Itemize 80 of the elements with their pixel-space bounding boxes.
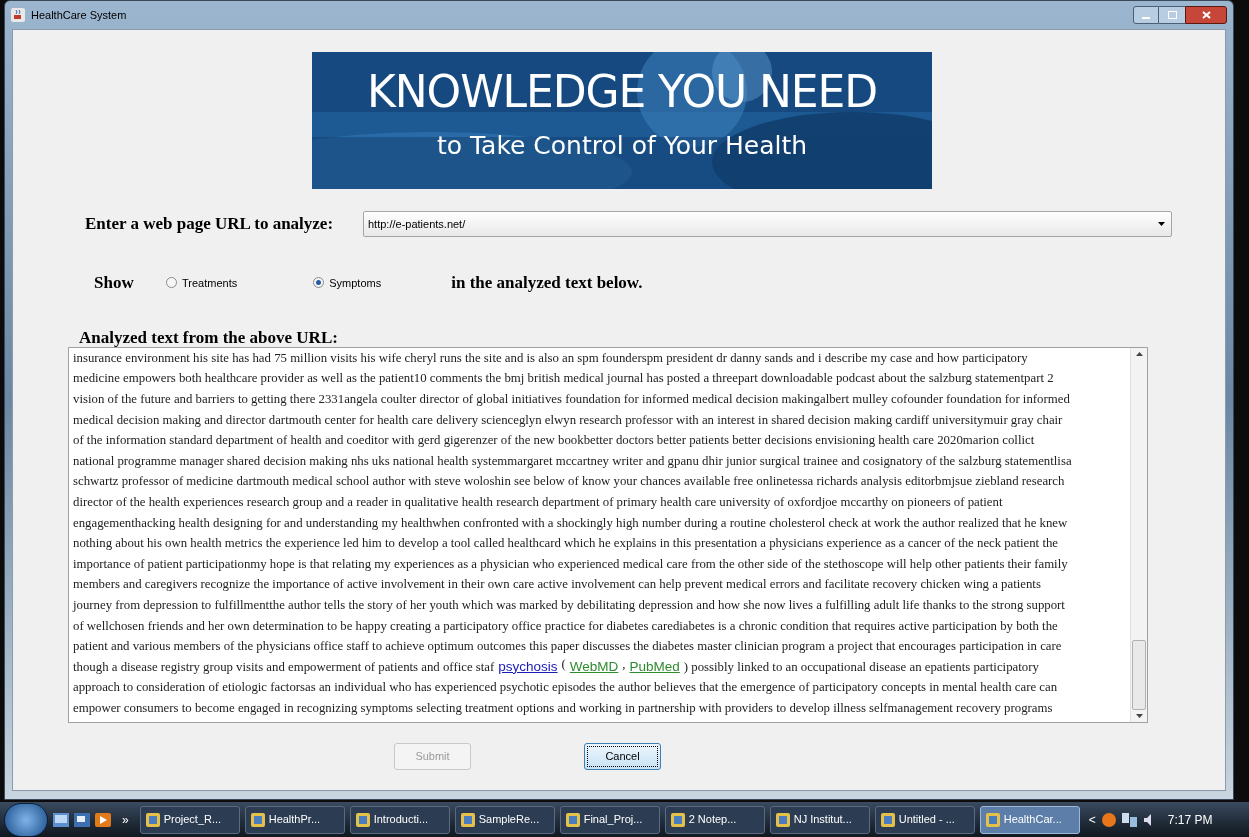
java-cup-icon xyxy=(11,8,25,22)
application-icon xyxy=(250,812,265,827)
analyzed-text: nothing about his own health metrics the experience led him to develop a tool called healthcard which he explains in this presentation a physicians experience as a cancer of the neck patient the xyxy=(73,535,1058,552)
analyzed-heading: Analyzed text from the above URL: xyxy=(79,328,339,347)
analyzed-text: ) possibly linked to an occupational disease an epatients participatory xyxy=(683,658,1039,675)
dialog-button[interactable]: Cancel xyxy=(584,742,661,770)
clock: 7:17 PM xyxy=(1167,811,1213,829)
taskbar-button[interactable]: Untitled - ... xyxy=(874,805,975,834)
overflow-chevron[interactable]: » xyxy=(122,810,129,829)
radio-label: Symptoms xyxy=(329,275,382,291)
vertical-scrollbar[interactable] xyxy=(1130,347,1147,722)
application-icon xyxy=(145,812,160,827)
taskbar-button[interactable]: Project_R... xyxy=(139,805,240,834)
analyzed-text: medicine empowers both healthcare provider as well as the patient10 comments the bmj british medical journal has posted a threepart downloadable podcast about the salzburg statementpart 2 xyxy=(73,370,1054,387)
application-icon xyxy=(355,812,370,827)
analyzed-text: of wellchosen friends and her own determination to be happy creating a participatory office practice for diabetes carediabetes is a chronic condition that requires active participation by both the xyxy=(73,617,1058,634)
application-icon xyxy=(670,812,685,827)
window-title: HealthCare System xyxy=(31,7,127,23)
close-icon xyxy=(1201,11,1211,19)
radio-option[interactable]: Treatments xyxy=(166,274,238,291)
analyzed-text: director of the health experiences research group and a reader in qualitative health research department of primary health care university of oxfordjoe mccarthy on pioneers of patient xyxy=(73,493,1003,510)
maximize-icon xyxy=(1167,11,1177,19)
taskbar-button[interactable]: NJ Institut... xyxy=(769,805,870,834)
radio-button[interactable] xyxy=(166,277,177,289)
banner-tagline: to Take Control of Your Health xyxy=(436,130,808,162)
analyzed-text: ( xyxy=(561,655,566,672)
analyzed-text: importance of patient participationmy hope is that relating my experiences as a physician who experienced medical care from the other side of the stethoscope will help other patients their family xyxy=(73,555,1068,572)
analyzed-text: members and caregivers recognize the importance of active involvement in their own care active involvement can help prevent medical errors and facilitate recovery chicken wing a patients xyxy=(73,576,1041,593)
tray-icon[interactable] xyxy=(1100,811,1117,828)
analyzed-text: empower consumers to become engaged in recognizing symptoms selecting treatment options and working in partnership with providers to develop illness selfmanagement recovery programs xyxy=(73,699,1053,716)
analyzed-text: , xyxy=(622,655,626,672)
taskbar-button[interactable]: Introducti... xyxy=(349,805,450,834)
minimize-button[interactable] xyxy=(1133,6,1159,24)
scroll-up-icon xyxy=(1135,351,1143,356)
analyzed-text: though a disease registry group visits and empowerment of patients and office staf xyxy=(73,658,495,675)
media-player-icon[interactable] xyxy=(95,812,111,827)
application-icon xyxy=(880,812,895,827)
taskbar-button[interactable]: HealthCar... xyxy=(979,805,1080,834)
scroll-thumb[interactable] xyxy=(1132,639,1146,710)
analyzed-text: engagementhacking health designing for and understanding my healthwhen confronted with a shockingly high number during a routine cholesterol check at work the author realized that he knew xyxy=(73,514,1068,531)
analyzed-text: journey from depression to fulfillmentthe author tells the story of her youth which was marked by debilitating depression and how she now lives a fulfilling adult life thanks to the strong support xyxy=(73,596,1065,613)
radio-label: Treatments xyxy=(182,275,238,291)
close-button[interactable] xyxy=(1185,6,1227,24)
analyzed-text: patient and various members of the physicians office staff to achieve optimum outcomes this paper discusses the diabetes master clinician program a project that encourages participation in care xyxy=(73,638,1062,655)
maximize-button[interactable] xyxy=(1159,6,1185,24)
analyzed-text: medical decision making and director dartmouth center for health care delivery scienceglyn elwyn research professor with an interest in shared decision making cardiff universitymuir gray chair xyxy=(73,411,1063,428)
analyzed-text: of the information standard department of health and coeditor with gerd gigerenzer of the new bookbetter doctors better patients better decisions envisioning health care 2020marion collict xyxy=(73,432,1035,449)
banner-headline: KNOWLEDGE YOU NEED xyxy=(367,66,877,118)
analyzed-text-area[interactable] xyxy=(68,346,1148,723)
application-icon xyxy=(565,812,580,827)
dropdown-arrow-icon xyxy=(1158,222,1165,226)
taskbar-button[interactable]: 2 Notep... xyxy=(664,805,765,834)
taskbar-button[interactable]: HealthPr... xyxy=(244,805,345,834)
analyzed-text: approach to consideration of etiologic factorsas an individual who has experienced psychotic episodes the author believes that the emergence of participatory concepts in mental health care can xyxy=(73,679,1058,696)
reference-link[interactable]: psychosis xyxy=(498,658,558,675)
url-value: http://e-patients.net/ xyxy=(368,216,466,232)
url-label: Enter a web page URL to analyze: xyxy=(85,213,335,236)
start-button[interactable] xyxy=(4,802,48,837)
radio-option[interactable]: Symptoms xyxy=(313,274,382,291)
analyzed-text: national programme manager shared decision making nhs uks national health systemmargaret mccartney writer and gpanu dhir junior surgical trainee and cosignatory of the salzburg statementlisa xyxy=(73,452,1072,469)
reference-link[interactable]: WebMD xyxy=(569,658,619,675)
tray-scroll-left[interactable]: < xyxy=(1088,810,1096,829)
taskbar-button[interactable]: SampleRe... xyxy=(454,805,555,834)
radio-button[interactable] xyxy=(313,277,325,289)
analyzed-text: schwartz professor of medicine dartmouth medical school author with steve woloshin see below of know your chances available free onlinetessa richards analysis editorbmjsue ziebland research xyxy=(73,473,1065,490)
analyzed-text: vision of the future and barriers to getting there 2331angela coulter director of global initiatives foundation for informed medical decision makingalbert mulley cofounder foundation for informed xyxy=(73,391,1070,407)
application-icon xyxy=(775,812,790,827)
window-switch-icon[interactable] xyxy=(74,812,90,827)
url-combo-box[interactable]: http://e-patients.net/ xyxy=(363,211,1172,237)
scroll-down-icon xyxy=(1135,713,1143,718)
analyzed-text: insurance environment his site has had 75 million visits his wife cheryl runs the site and is also an spm founderspm president dr danny sands and i describe my case and how participatory xyxy=(73,349,1028,366)
application-icon xyxy=(985,812,1000,827)
network-icon[interactable] xyxy=(1121,812,1138,827)
reference-link[interactable]: PubMed xyxy=(629,658,680,675)
application-icon xyxy=(460,812,475,827)
show-suffix: in the analyzed text below. xyxy=(451,272,643,294)
show-label: Show xyxy=(94,272,135,294)
minimize-icon xyxy=(1142,17,1150,19)
taskbar-button[interactable]: Final_Proj... xyxy=(559,805,660,834)
desktop-icon[interactable] xyxy=(53,812,69,827)
